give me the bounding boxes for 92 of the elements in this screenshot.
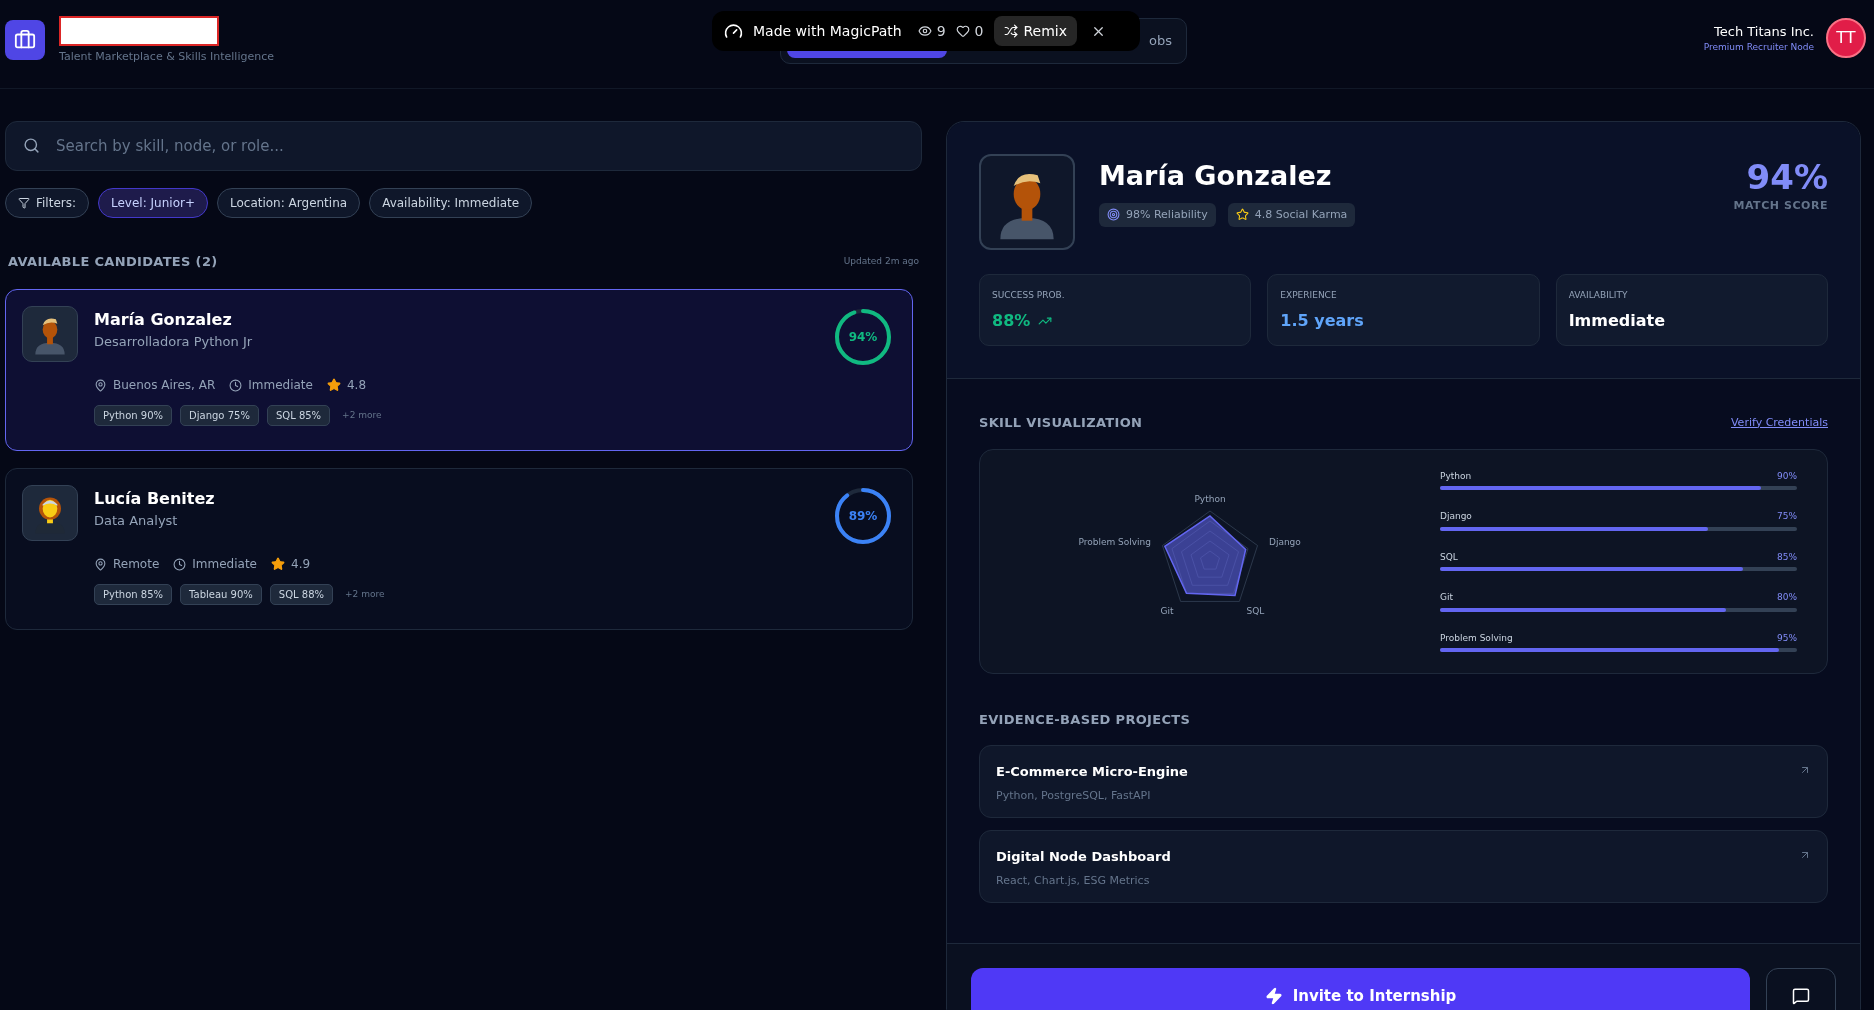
search-field[interactable]: Search by skill, node, or role...	[5, 121, 922, 171]
star-icon	[326, 378, 341, 392]
updated-time: Updated 2m ago	[843, 255, 919, 268]
lightning-icon	[1264, 987, 1283, 1005]
rating-label: 4.9	[291, 556, 311, 573]
skill-tag: SQL 88%	[269, 584, 333, 605]
skill-percent: 75%	[1777, 510, 1797, 524]
project-stack: Python, PostgreSQL, FastAPI	[996, 787, 1152, 804]
skill-name: Python	[1440, 469, 1472, 483]
skill-tag: SQL 85%	[266, 405, 331, 426]
radar-label: Django	[1268, 535, 1301, 549]
external-link-icon	[1799, 764, 1811, 776]
nav-tab[interactable]: obs	[1135, 24, 1180, 58]
section-heading: AVAILABLE CANDIDATES (2)	[8, 253, 218, 271]
skill-name: Git	[1440, 591, 1453, 605]
plan-label: Premium Recruiter Node	[1703, 41, 1814, 54]
project-title: E-Commerce Micro-Engine	[996, 763, 1188, 781]
match-score-label: MATCH SCORE	[1733, 198, 1828, 214]
stat-label: AVAILABILITY	[1568, 289, 1629, 302]
radar-label: SQL	[1246, 605, 1265, 619]
shuffle-icon	[1003, 24, 1018, 38]
rating-label: 4.8	[346, 377, 367, 394]
gauge-icon	[724, 21, 743, 41]
filter-chip[interactable]: Availability: Immediate	[369, 188, 533, 218]
filter-chip[interactable]: Location: Argentina	[216, 188, 361, 218]
candidate-card[interactable]: Lucía Benitez Data Analyst Remote Immediate 4.9 Python 85% Tableau 90% SQL 88% +2 more 89%	[5, 467, 913, 630]
like-count: 0	[955, 20, 984, 42]
pin-icon	[94, 378, 107, 392]
filters-button[interactable]: Filters:	[5, 188, 89, 218]
location-label: Buenos Aires, AR	[113, 377, 216, 394]
profile-name: María Gonzalez	[1099, 159, 1333, 193]
chat-icon	[1792, 987, 1810, 1005]
app-subtitle: Talent Marketplace & Skills Intelligence	[59, 49, 274, 65]
section-heading: SKILL VISUALIZATION	[979, 414, 1143, 432]
message-button[interactable]	[1766, 968, 1836, 1010]
stat-value: Immediate	[1568, 309, 1666, 332]
star-icon	[271, 557, 285, 571]
stat-value: 1.5 years	[1280, 309, 1364, 332]
search-icon	[23, 137, 40, 154]
radar-label: Problem Solving	[1078, 535, 1152, 549]
match-percent: 94%	[847, 328, 879, 346]
karma-badge: 4.8 Social Karma	[1227, 202, 1356, 227]
project-card[interactable]: Digital Node Dashboard React, Chart.js, ESG Metrics	[979, 830, 1828, 903]
external-link-icon	[1799, 849, 1811, 861]
project-stack: React, Chart.js, ESG Metrics	[996, 872, 1151, 889]
skill-percent: 85%	[1777, 550, 1797, 564]
invite-button[interactable]: Invite to Internship	[971, 968, 1750, 1010]
candidate-name: Lucía Benitez	[94, 487, 216, 510]
stat-value: 88%	[992, 309, 1031, 332]
made-with-link[interactable]: Made with MagicPath	[753, 20, 902, 42]
skill-name: SQL	[1440, 550, 1458, 564]
radar-label: Git	[1160, 605, 1174, 619]
project-card[interactable]: E-Commerce Micro-Engine Python, PostgreSQL, FastAPI	[979, 745, 1828, 818]
pin-icon	[94, 557, 107, 571]
skill-tag: Tableau 90%	[180, 584, 262, 605]
eye-icon	[917, 24, 932, 38]
remix-button[interactable]: Remix	[993, 16, 1078, 46]
view-count: 9	[917, 20, 946, 42]
skill-name: Django	[1440, 510, 1472, 524]
candidate-role: Data Analyst	[94, 511, 179, 530]
section-heading: EVIDENCE-BASED PROJECTS	[979, 710, 1192, 729]
candidate-name: María Gonzalez	[94, 308, 233, 331]
match-percent: 89%	[847, 507, 879, 525]
stat-label: EXPERIENCE	[1280, 289, 1338, 302]
company-name: Tech Titans Inc.	[1714, 22, 1814, 41]
skill-percent: 90%	[1777, 469, 1797, 483]
project-title: Digital Node Dashboard	[996, 848, 1171, 866]
filter-icon	[18, 197, 30, 209]
radar-label: Python	[1194, 493, 1226, 506]
candidate-role: Desarrolladora Python Jr	[94, 332, 254, 351]
skill-tag: Django 75%	[180, 405, 259, 426]
skill-percent: 80%	[1777, 591, 1797, 605]
skill-name: Problem Solving	[1440, 631, 1513, 645]
verify-link[interactable]: Verify Credentials	[1730, 414, 1828, 431]
heart-icon	[955, 24, 970, 38]
user-avatar[interactable]: TT	[1826, 18, 1866, 58]
filter-chip[interactable]: Level: Junior+	[98, 188, 208, 218]
skill-percent: 95%	[1777, 631, 1797, 645]
skill-tag: Python 85%	[94, 584, 173, 605]
availability-label: Immediate	[192, 556, 257, 573]
skill-tag: Python 90%	[94, 405, 173, 426]
logo-icon	[5, 20, 45, 60]
stat-label: SUCCESS PROB.	[992, 289, 1066, 302]
location-label: Remote	[113, 556, 160, 573]
availability-label: Immediate	[248, 377, 313, 394]
match-score: 94%	[1746, 160, 1828, 194]
candidate-card[interactable]: María Gonzalez Desarrolladora Python Jr Buenos Aires, AR Immediate 4.8 Python 90% Django 75% SQL 85% +2 more 94%	[5, 288, 913, 451]
more-skills: +2 more	[345, 587, 385, 601]
more-skills: +2 more	[342, 408, 382, 422]
reliability-badge: 98% Reliability	[1099, 202, 1216, 227]
clock-icon	[229, 378, 243, 392]
clock-icon	[173, 557, 187, 571]
